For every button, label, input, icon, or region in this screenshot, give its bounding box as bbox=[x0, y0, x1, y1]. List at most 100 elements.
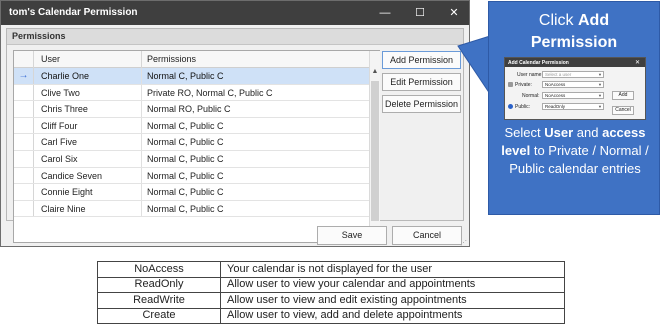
callout-description: Select User and access level to Private … bbox=[495, 124, 655, 178]
callout-desc-part: Select bbox=[504, 125, 545, 140]
permissions-group-header: Permissions bbox=[7, 29, 463, 45]
callout-desc-part: to Private / Normal / Public calendar en… bbox=[509, 143, 649, 176]
row-indicator bbox=[14, 84, 34, 101]
cell-user[interactable]: Charlie One bbox=[41, 71, 89, 81]
instruction-callout: Click Add Permission Add Calendar Permis… bbox=[488, 1, 660, 215]
mini-cancel-button: Cancel bbox=[612, 106, 634, 115]
column-divider bbox=[141, 134, 142, 150]
table-row: Create Allow user to view, add and delete… bbox=[97, 307, 565, 324]
access-level-table-body: NoAccess Your calendar is not displayed f… bbox=[97, 261, 565, 324]
mini-user-label: User name: bbox=[517, 72, 543, 78]
minimize-icon[interactable]: — bbox=[372, 1, 398, 25]
mini-public-field: ReadOnly ▼ bbox=[542, 103, 604, 110]
scroll-up-icon[interactable]: ▲ bbox=[370, 68, 380, 80]
cell-user[interactable]: Carl Five bbox=[41, 137, 77, 147]
grid-header: User Permissions bbox=[14, 51, 369, 68]
delete-permission-button[interactable]: Delete Permission bbox=[382, 95, 461, 113]
maximize-icon[interactable]: ☐ bbox=[407, 1, 433, 25]
column-divider bbox=[141, 200, 142, 217]
access-level-table: NoAccess Your calendar is not displayed f… bbox=[97, 261, 565, 324]
callout-desc-part: and bbox=[573, 125, 603, 140]
access-level-description: Your calendar is not displayed for the u… bbox=[220, 261, 565, 278]
access-level-description: Allow user to view and edit existing app… bbox=[220, 292, 565, 309]
row-indicator bbox=[14, 150, 34, 167]
arrow-right-icon: → bbox=[14, 68, 34, 84]
row-indicator bbox=[14, 200, 34, 217]
window-title: tom's Calendar Permission bbox=[9, 7, 138, 18]
permissions-group-title: Permissions bbox=[12, 31, 66, 41]
row-indicator bbox=[14, 101, 34, 117]
access-level-name: NoAccess bbox=[97, 261, 221, 278]
table-row[interactable]: Carl Five Normal C, Public C bbox=[14, 134, 369, 151]
column-divider bbox=[141, 184, 142, 200]
table-row[interactable]: Candice Seven Normal C, Public C bbox=[14, 167, 369, 185]
cell-user[interactable]: Connie Eight bbox=[41, 187, 93, 197]
cell-permissions[interactable]: Normal C, Public C bbox=[147, 154, 224, 164]
globe-icon bbox=[508, 104, 513, 109]
table-row[interactable]: Connie Eight Normal C, Public C bbox=[14, 184, 369, 201]
access-level-name: Create bbox=[97, 307, 221, 324]
mini-private-label: Private: bbox=[515, 82, 532, 88]
row-indicator bbox=[14, 167, 34, 184]
mini-add-button: Add bbox=[612, 91, 634, 100]
table-row[interactable]: Claire Nine Normal C, Public C bbox=[14, 200, 369, 218]
cell-permissions[interactable]: Normal C, Public C bbox=[147, 171, 224, 181]
access-level-description: Allow user to view your calendar and app… bbox=[220, 276, 565, 293]
grid-scrollbar[interactable]: ▲ ▼ bbox=[369, 51, 380, 242]
cell-user[interactable]: Chris Three bbox=[41, 104, 88, 114]
mini-close-icon: ✕ bbox=[635, 60, 641, 66]
permissions-grid[interactable]: User Permissions → Charlie One Normal C, P… bbox=[13, 50, 380, 243]
callout-title: Click Add bbox=[489, 12, 659, 30]
cell-user[interactable]: Claire Nine bbox=[41, 204, 86, 214]
access-level-description: Allow user to view, add and delete appoi… bbox=[220, 307, 565, 324]
column-divider bbox=[141, 150, 142, 167]
column-divider bbox=[141, 101, 142, 117]
access-level-name: ReadOnly bbox=[97, 276, 221, 293]
close-icon[interactable]: ✕ bbox=[441, 1, 467, 25]
mini-normal-label: Normal: bbox=[522, 93, 540, 99]
cell-permissions[interactable]: Normal C, Public C bbox=[147, 204, 224, 214]
table-row: ReadOnly Allow user to view your calendar… bbox=[97, 276, 565, 293]
chevron-down-icon: ▼ bbox=[598, 72, 602, 77]
column-divider bbox=[141, 167, 142, 184]
cell-permissions[interactable]: Normal RO, Public C bbox=[147, 104, 231, 114]
cell-permissions[interactable]: Normal C, Public C bbox=[147, 187, 224, 197]
table-row[interactable]: Carol Six Normal C, Public C bbox=[14, 150, 369, 168]
chevron-down-icon: ▼ bbox=[598, 93, 602, 98]
lock-icon bbox=[508, 82, 513, 87]
save-button[interactable]: Save bbox=[317, 226, 387, 245]
column-header-user[interactable]: User bbox=[41, 54, 60, 64]
cell-user[interactable]: Clive Two bbox=[41, 88, 80, 98]
table-row[interactable]: Cliff Four Normal C, Public C bbox=[14, 117, 369, 135]
permissions-group: Permissions User Permissions → Charlie On… bbox=[6, 28, 464, 243]
cell-user[interactable]: Carol Six bbox=[41, 154, 78, 164]
mini-normal-value: NoAccess bbox=[545, 93, 566, 98]
resize-grip-icon[interactable]: ⋰ bbox=[460, 239, 468, 247]
title-bar[interactable]: tom's Calendar Permission — ☐ ✕ bbox=[1, 1, 469, 25]
row-indicator bbox=[14, 134, 34, 150]
row-indicator bbox=[14, 117, 34, 134]
column-divider bbox=[141, 117, 142, 134]
table-row[interactable]: → Charlie One Normal C, Public C bbox=[14, 68, 369, 85]
table-row[interactable]: Clive Two Private RO, Normal C, Public C bbox=[14, 84, 369, 102]
access-level-name: ReadWrite bbox=[97, 292, 221, 309]
edit-permission-button[interactable]: Edit Permission bbox=[382, 73, 461, 91]
add-permission-button[interactable]: Add Permission bbox=[382, 51, 461, 69]
cell-permissions[interactable]: Normal C, Public C bbox=[147, 137, 224, 147]
table-row[interactable]: Chris Three Normal RO, Public C bbox=[14, 101, 369, 118]
mini-public-label: Public: bbox=[515, 104, 531, 110]
cell-user[interactable]: Cliff Four bbox=[41, 121, 77, 131]
callout-title-prefix: Click bbox=[538, 12, 578, 29]
cell-user[interactable]: Candice Seven bbox=[41, 171, 102, 181]
cell-permissions[interactable]: Normal C, Public C bbox=[147, 121, 224, 131]
column-divider bbox=[141, 84, 142, 101]
cell-permissions[interactable]: Normal C, Public C bbox=[147, 71, 224, 81]
mini-title-bar: Add Calendar Permission ✕ bbox=[505, 58, 645, 67]
table-row: ReadWrite Allow user to view and edit exi… bbox=[97, 292, 565, 309]
column-header-permissions[interactable]: Permissions bbox=[147, 54, 196, 64]
cancel-button[interactable]: Cancel bbox=[392, 226, 462, 245]
scroll-thumb[interactable] bbox=[371, 81, 379, 221]
cell-permissions[interactable]: Private RO, Normal C, Public C bbox=[147, 88, 273, 98]
mini-title: Add Calendar Permission bbox=[508, 60, 569, 66]
grid-rows: → Charlie One Normal C, Public C Clive Two P… bbox=[14, 68, 369, 218]
